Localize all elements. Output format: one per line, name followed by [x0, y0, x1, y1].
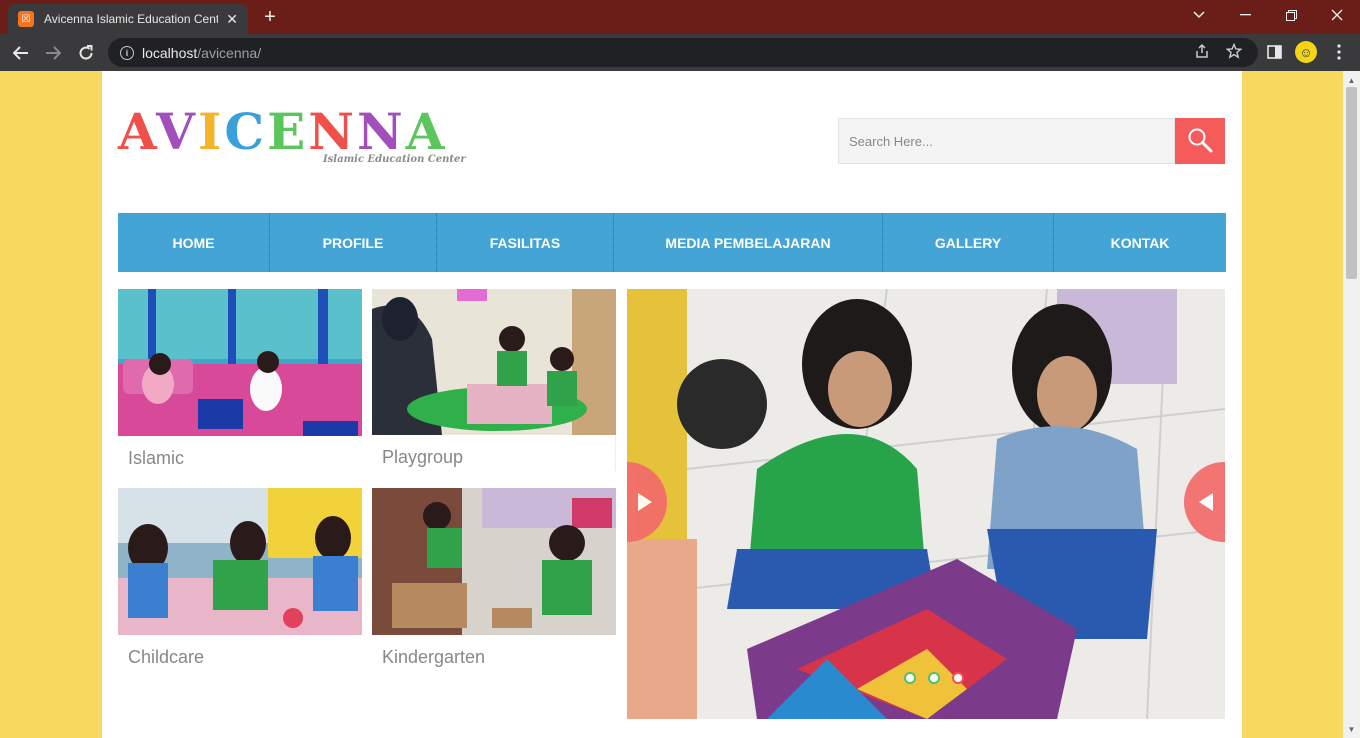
browser-tab-strip: ☒ Avicenna Islamic Education Center ✕ + — [0, 0, 1360, 34]
logo-letter: A — [118, 102, 157, 161]
play-right-icon — [637, 492, 653, 517]
menu-item-media-pembelajaran[interactable]: MEDIA PEMBELAJARAN — [614, 213, 883, 272]
tab-title: Avicenna Islamic Education Center — [44, 12, 219, 26]
hero-slider — [627, 289, 1225, 719]
program-photo-childcare — [118, 488, 362, 635]
minimize-button[interactable] — [1222, 0, 1268, 30]
browser-toolbar: i localhost/avicenna/ ☺ — [0, 34, 1360, 71]
play-left-icon — [1198, 492, 1214, 517]
forward-arrow-icon[interactable] — [40, 40, 66, 66]
url-host: localhost — [142, 44, 198, 61]
program-card-kindergarten[interactable]: Kindergarten — [372, 488, 616, 671]
program-photo-kindergarten — [372, 488, 616, 635]
program-card-playgroup[interactable]: Playgroup — [372, 289, 616, 471]
logo-letter: E — [267, 102, 309, 161]
tab-search-chevron-icon[interactable] — [1176, 0, 1222, 30]
new-tab-button[interactable]: + — [258, 4, 282, 30]
program-label-kindergarten: Kindergarten — [382, 647, 486, 667]
bookmark-star-icon[interactable] — [1225, 42, 1243, 63]
xampp-favicon-icon: ☒ — [18, 11, 34, 27]
scroll-down-icon[interactable]: ▼ — [1343, 722, 1360, 736]
slider-photo — [627, 289, 1225, 719]
main-menu: HOME PROFILE FASILITAS MEDIA PEMBELAJARA… — [118, 213, 1226, 272]
restore-button[interactable] — [1268, 0, 1314, 30]
search-icon — [1187, 127, 1213, 156]
scroll-up-icon[interactable]: ▲ — [1343, 73, 1360, 87]
menu-item-kontak[interactable]: KONTAK — [1054, 213, 1226, 272]
logo-subtitle: Islamic Education Center — [323, 154, 466, 165]
slider-dot[interactable] — [928, 672, 940, 684]
url-path: /avicenna/ — [197, 44, 262, 61]
program-photo-islamic — [118, 289, 362, 436]
search-input[interactable] — [838, 118, 1175, 164]
menu-item-home[interactable]: HOME — [118, 213, 270, 272]
logo-letter: N — [308, 102, 357, 161]
program-card-islamic[interactable]: Islamic — [118, 289, 362, 472]
menu-item-fasilitas[interactable]: FASILITAS — [437, 213, 614, 272]
close-window-button[interactable] — [1314, 0, 1360, 30]
program-card-childcare[interactable]: Childcare — [118, 488, 362, 671]
logo-letter: N — [356, 102, 406, 161]
browser-tab-active[interactable]: ☒ Avicenna Islamic Education Center ✕ — [8, 4, 248, 34]
avicenna-logo[interactable]: AVICENNA Islamic Education Center — [118, 107, 488, 171]
slider-dots — [904, 672, 964, 684]
reload-icon[interactable] — [73, 40, 99, 66]
site-info-icon[interactable]: i — [120, 45, 134, 60]
program-label-playgroup: Playgroup — [372, 435, 616, 471]
tab-close-icon[interactable]: ✕ — [226, 11, 238, 28]
url-text[interactable]: localhost/avicenna/ — [142, 45, 261, 61]
program-label-islamic: Islamic — [128, 448, 185, 468]
search-form — [838, 118, 1225, 164]
menu-item-gallery[interactable]: GALLERY — [883, 213, 1054, 272]
logo-wordmark: AVICENNA — [118, 107, 488, 157]
share-icon[interactable] — [1194, 43, 1210, 63]
browser-menu-icon[interactable] — [1327, 40, 1351, 64]
logo-letter: C — [224, 102, 268, 161]
menu-item-profile[interactable]: PROFILE — [270, 213, 437, 272]
logo-letter: I — [197, 102, 225, 161]
scroll-thumb[interactable] — [1346, 87, 1357, 279]
slider-dot-active[interactable] — [952, 672, 964, 684]
page-scrollbar[interactable]: ▲ ▼ — [1343, 71, 1360, 738]
page-container: AVICENNA Islamic Education Center HOME P… — [102, 71, 1242, 738]
side-panel-icon[interactable] — [1262, 40, 1286, 64]
slider-dot[interactable] — [904, 672, 916, 684]
program-label-childcare: Childcare — [128, 647, 205, 667]
back-arrow-icon[interactable] — [8, 40, 34, 66]
program-photo-playgroup — [372, 289, 616, 435]
logo-letter: A — [405, 102, 448, 161]
logo-letter: V — [156, 102, 198, 161]
profile-avatar-icon[interactable]: ☺ — [1295, 41, 1317, 63]
address-bar[interactable]: i localhost/avicenna/ — [108, 38, 1258, 67]
search-button[interactable] — [1175, 118, 1225, 164]
